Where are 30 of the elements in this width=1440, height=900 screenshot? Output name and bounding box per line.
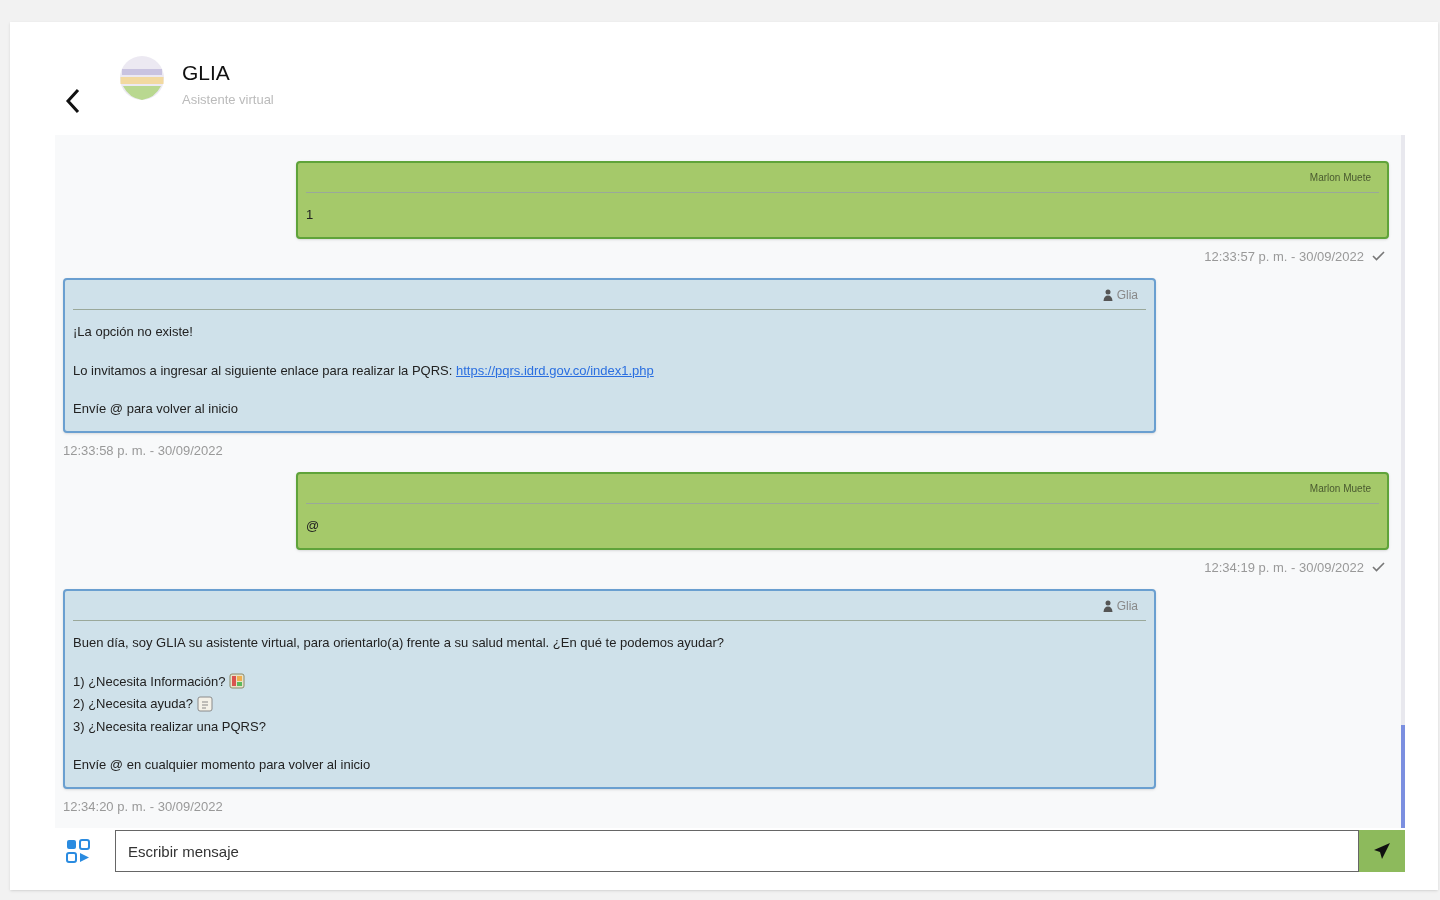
send-button[interactable]	[1359, 830, 1405, 872]
send-icon	[1373, 842, 1391, 860]
message-text: Buen día, soy GLIA su asistente virtual, para orientarlo(a) frente a su salud mental. ¿En qué te podemos ayudar?	[73, 634, 725, 652]
message-text: Envíe @ en cualquier momento para volver al inicio	[73, 756, 371, 774]
message-text: Envíe @ para volver al inicio	[73, 400, 238, 418]
message-timestamp: 12:34:20 p. m. - 30/09/2022	[63, 797, 223, 816]
message-text: 3) ¿Necesita realizar una PQRS?	[73, 717, 266, 736]
message-text: 2) ¿Necesita ayuda?	[73, 695, 193, 713]
sender-name: Glia	[1116, 597, 1138, 615]
accessibility-icon[interactable]	[65, 838, 91, 864]
message-text: @	[306, 517, 320, 535]
link[interactable]: https://pqrs.idrd.gov.co/index1.php	[456, 360, 654, 380]
sender-name: Marlon Muete	[1309, 482, 1371, 496]
sender-name: Glia	[1116, 286, 1138, 304]
person-icon	[1102, 599, 1113, 612]
message-timestamp: 12:33:57 p. m. - 30/09/2022	[1204, 247, 1364, 266]
message-input[interactable]: Escribir mensaje	[115, 830, 1359, 872]
chat-title: GLIA	[182, 60, 231, 86]
back-icon[interactable]	[65, 88, 81, 114]
message-text: ¡La opción no existe!	[73, 323, 193, 341]
message-timestamp: 12:33:58 p. m. - 30/09/2022	[63, 441, 223, 460]
message-timestamp: 12:34:19 p. m. - 30/09/2022	[1204, 558, 1364, 577]
message-text: 1	[306, 206, 314, 224]
person-icon	[1102, 288, 1113, 301]
chat-subtitle: Asistente virtual	[182, 91, 274, 110]
book-icon	[229, 673, 246, 690]
sender-name: Marlon Muete	[1309, 171, 1371, 185]
message-text: 1) ¿Necesita Información?	[73, 672, 226, 691]
avatar-icon	[119, 54, 165, 101]
message-text: Lo invitamos a ingresar al siguiente enlace para realizar la PQRS:	[73, 361, 454, 380]
